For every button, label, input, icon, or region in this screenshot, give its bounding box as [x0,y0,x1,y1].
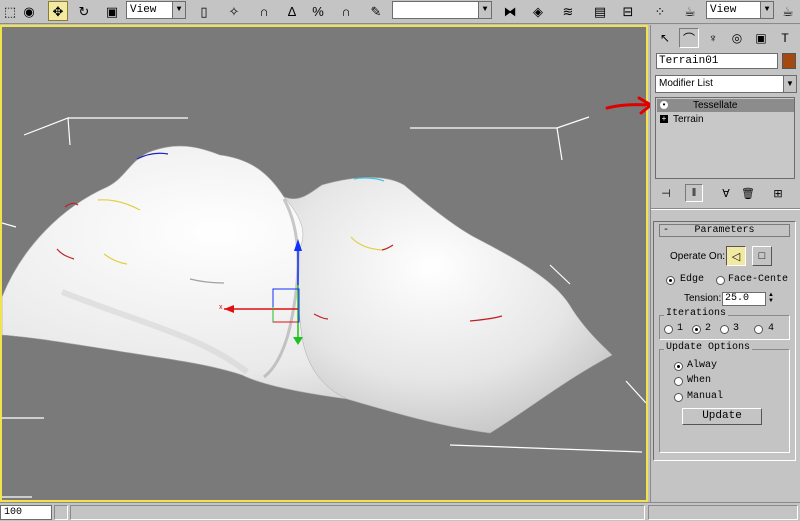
percent-snap-icon[interactable]: % [308,1,328,21]
modifier-list-dropdown[interactable]: Modifier List ▼ [655,75,797,93]
display-tab-icon[interactable]: ▣ [751,28,771,48]
update-always-label: Alway [687,360,718,371]
modify-tab-icon[interactable]: ⌒ [679,28,699,48]
stack-item-label: Terrain [673,114,704,125]
schematic-view-icon[interactable]: ⊟ [618,1,638,21]
lightbulb-icon[interactable]: • [660,101,668,109]
hierarchy-tab-icon[interactable]: ♆ [703,28,723,48]
update-when-label: When [687,375,712,386]
edge-label: Edge [680,274,705,285]
quick-render-icon[interactable]: ☕ [778,1,798,21]
named-selection-dropdown[interactable]: ▼ [392,1,492,19]
spinner-snap-icon[interactable]: ∩ [336,1,356,21]
select-region-icon[interactable]: ⬚ [0,1,20,21]
show-end-result-icon[interactable]: ‖ [685,184,703,202]
time-slider-track[interactable] [70,505,645,520]
update-button[interactable]: Update [682,408,762,425]
motion-tab-icon[interactable]: ◎ [727,28,747,48]
layers-icon[interactable]: ≋ [558,1,578,21]
configure-sets-icon[interactable]: ⊞ [769,184,787,202]
panel-divider [651,208,800,210]
rollout-header[interactable]: - Parameters [659,224,790,237]
tension-label: Tension: [684,293,722,304]
stack-item-tessellate[interactable]: • Tessellate [657,99,794,112]
viewport-scene: x [2,116,646,498]
status-bar: 100 [0,502,800,521]
modifier-stack: • Tessellate + Terrain [655,97,795,179]
window-crossing-icon[interactable]: ◉ [19,1,39,21]
snap-toggle-icon[interactable]: ∩ [254,1,274,21]
plus-icon[interactable]: + [660,115,668,123]
remove-modifier-icon[interactable]: 🗑 [739,184,757,202]
rollout-title: Parameters [694,225,755,236]
face-center-label: Face-Cente [728,274,789,285]
render-type-value: View [710,4,737,16]
command-panel: ↖ ⌒ ♆ ◎ ▣ T Terrain01 Modifier List ▼ • … [650,25,800,502]
operate-on-polygons-button[interactable]: □ [752,246,772,266]
modifier-list-label: Modifier List [659,78,713,89]
iterations-radio-3[interactable] [720,325,729,334]
update-manual-label: Manual [687,391,724,402]
render-scene-icon[interactable]: ☕ [680,1,700,21]
terrain-object[interactable] [2,145,613,434]
tension-spinner[interactable]: 25.0 [722,292,766,306]
chevron-down-icon: ▼ [172,2,185,18]
reference-coordinate-dropdown[interactable]: View ▼ [126,1,186,19]
update-options-label: Update Options [664,342,753,353]
pivot-center-icon[interactable]: ▯ [194,1,214,21]
perspective-viewport[interactable]: x [0,25,648,502]
stack-tools: ⊣ ‖ ∀ 🗑 ⊞ [655,183,797,203]
iterations-radio-1[interactable] [664,325,673,334]
chevron-down-icon: ▼ [478,2,491,18]
red-annotation-arrow [605,96,653,115]
create-tab-icon[interactable]: ↖ [655,28,675,48]
operate-on-faces-button[interactable]: ◁ [726,246,746,266]
edit-named-selection-icon[interactable]: ✎ [366,1,386,21]
status-info-cell [648,505,798,520]
object-color-swatch[interactable] [782,53,796,69]
iterations-option-1: 1 [677,323,684,334]
iterations-radio-4[interactable] [754,325,763,334]
mirror-icon[interactable]: ⧓ [500,1,520,21]
chevron-down-icon: ▼ [783,76,796,92]
align-icon[interactable]: ◈ [528,1,548,21]
update-manual-radio[interactable] [674,393,683,402]
select-scale-icon[interactable]: ▣ [102,1,122,21]
track-view-icon[interactable]: ▤ [590,1,610,21]
edge-radio[interactable] [666,276,675,285]
iterations-option-4: 4 [768,323,775,334]
iterations-radio-2[interactable] [692,325,701,334]
frame-counter-field[interactable]: 100 [0,505,52,520]
render-type-dropdown[interactable]: View ▼ [706,1,774,19]
spinner-arrows-icon[interactable]: ▲ ▼ [767,292,775,306]
parameters-rollout: - Parameters Operate On: ◁ □ Edge Face-C… [653,221,796,461]
make-unique-icon[interactable]: ∀ [717,184,735,202]
utilities-tab-icon[interactable]: T [775,28,795,48]
select-manipulate-icon[interactable]: ✧ [224,1,244,21]
stack-item-label: Tessellate [693,100,738,111]
pin-stack-icon[interactable]: ⊣ [657,184,675,202]
angle-snap-icon[interactable]: ∆ [282,1,302,21]
select-move-icon[interactable]: ✥ [48,1,68,21]
reference-coordinate-value: View [130,4,157,16]
svg-text:x: x [219,304,223,311]
iterations-label: Iterations [664,308,729,319]
operate-on-label: Operate On: [670,251,726,262]
select-rotate-icon[interactable]: ↻ [74,1,94,21]
iterations-option-2: 2 [705,323,712,334]
face-center-radio[interactable] [716,276,725,285]
update-always-radio[interactable] [674,362,683,371]
object-name-field[interactable]: Terrain01 [656,53,778,69]
prev-frame-button[interactable] [54,505,68,520]
chevron-down-icon: ▼ [760,2,773,18]
iterations-option-3: 3 [733,323,740,334]
stack-item-terrain[interactable]: + Terrain [657,113,794,126]
material-editor-icon[interactable]: ⁘ [650,1,670,21]
update-when-radio[interactable] [674,377,683,386]
main-toolbar: ⬚ ◉ ✥ ↻ ▣ View ▼ ▯ ✧ ∩ ∆ % ∩ ✎ ▼ ⧓ ◈ ≋ ▤… [0,0,800,24]
